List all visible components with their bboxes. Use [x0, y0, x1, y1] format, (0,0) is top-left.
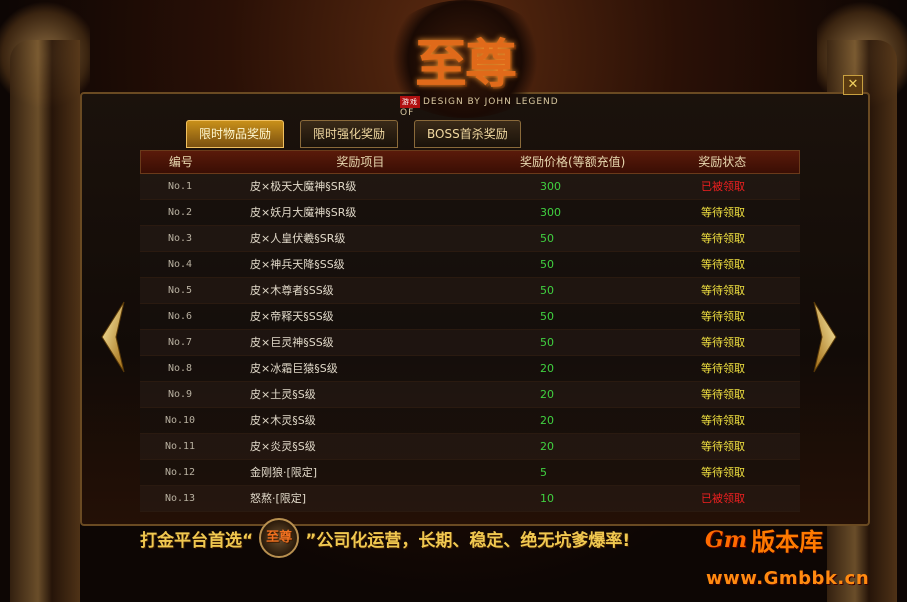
table-row: No.7 皮×巨灵神§SS级 50 等待领取 — [140, 330, 800, 356]
row-price: 20 — [540, 440, 554, 453]
table-row: No.4 皮×神兵天降§SS级 50 等待领取 — [140, 252, 800, 278]
row-price: 10 — [540, 492, 554, 505]
logo-subtitle: 游戏 DESIGN BY JOHN LEGEND OF — [400, 96, 570, 118]
reward-table: 编号 奖励项目 奖励价格(等额充值) 奖励状态 No.1 皮×极天大魔神§SR级 3… — [140, 150, 800, 512]
row-status: 等待领取 — [701, 310, 745, 323]
row-item: 皮×土灵§S级 — [250, 388, 316, 401]
row-price: 50 — [540, 336, 554, 349]
row-status: 等待领取 — [701, 414, 745, 427]
row-item: 皮×木灵§S级 — [250, 414, 316, 427]
tab-boss-first-kill[interactable]: BOSS首杀奖励 — [414, 120, 521, 148]
game-logo: 至尊 游戏 DESIGN BY JOHN LEGEND OF — [360, 0, 570, 118]
table-row: No.10 皮×木灵§S级 20 等待领取 — [140, 408, 800, 434]
row-number: No.2 — [167, 207, 193, 218]
row-number: No.7 — [167, 337, 193, 348]
table-row: No.5 皮×木尊者§SS级 50 等待领取 — [140, 278, 800, 304]
row-item: 皮×妖月大魔神§SR级 — [250, 206, 357, 219]
watermark-url: www.Gmbbk.cn — [706, 568, 870, 589]
header-item: 奖励项目 — [336, 155, 385, 169]
row-price: 20 — [540, 362, 554, 375]
table-row: No.12 金刚狼·[限定] 5 等待领取 — [140, 460, 800, 486]
table-row: No.3 皮×人皇伏羲§SR级 50 等待领取 — [140, 226, 800, 252]
row-number: No.5 — [167, 285, 193, 296]
table-row: No.11 皮×炎灵§S级 20 等待领取 — [140, 434, 800, 460]
row-status: 等待领取 — [701, 362, 745, 375]
row-number: No.8 — [167, 363, 193, 374]
row-item: 皮×冰霜巨猿§S级 — [250, 362, 338, 375]
game-window: 至尊 游戏 DESIGN BY JOHN LEGEND OF ✕ 限时物品奖励 限… — [0, 0, 907, 602]
arrow-left-icon — [101, 301, 125, 373]
row-price: 50 — [540, 284, 554, 297]
promo-logo: 至尊 — [259, 518, 300, 558]
row-status: 等待领取 — [701, 232, 745, 245]
row-status: 等待领取 — [701, 206, 745, 219]
row-item: 皮×神兵天降§SS级 — [250, 258, 345, 271]
close-button[interactable]: ✕ — [843, 75, 863, 95]
row-price: 300 — [540, 206, 561, 219]
tab-limited-enhance[interactable]: 限时强化奖励 — [300, 120, 399, 148]
logo-seal: 游戏 — [400, 96, 420, 108]
prev-page-button[interactable] — [100, 300, 126, 374]
table-body: No.1 皮×极天大魔神§SR级 300 已被领取 No.2 皮×妖月大魔神§SR级 300… — [140, 174, 800, 512]
row-number: No.12 — [164, 467, 196, 478]
row-price: 50 — [540, 310, 554, 323]
row-price: 50 — [540, 232, 554, 245]
promo-text-end: ”公司化运营，长期、稳定、绝无坑爹爆率! — [305, 530, 631, 551]
row-status: 已被领取 — [701, 180, 745, 193]
row-item: 怒熬·[限定] — [250, 492, 307, 505]
row-status: 等待领取 — [701, 258, 745, 271]
row-status: 等待领取 — [701, 336, 745, 349]
arrow-right-icon — [813, 301, 837, 373]
row-number: No.4 — [167, 259, 193, 270]
header-status: 奖励状态 — [698, 155, 747, 169]
row-number: No.9 — [167, 389, 193, 400]
row-item: 皮×炎灵§S级 — [250, 440, 316, 453]
row-item: 皮×极天大魔神§SR级 — [250, 180, 357, 193]
row-price: 50 — [540, 258, 554, 271]
row-number: No.3 — [167, 233, 193, 244]
row-item: 皮×人皇伏羲§SR级 — [250, 232, 346, 245]
row-item: 皮×巨灵神§SS级 — [250, 336, 334, 349]
row-item: 皮×帝释天§SS级 — [250, 310, 334, 323]
row-number: No.6 — [167, 311, 193, 322]
table-row: No.8 皮×冰霜巨猿§S级 20 等待领取 — [140, 356, 800, 382]
watermark-logo: Gm — [705, 526, 748, 553]
header-number: 编号 — [168, 155, 193, 169]
promo-text-start: 打金平台首选“ — [140, 530, 254, 551]
row-status: 已被领取 — [701, 492, 745, 505]
row-number: No.1 — [167, 181, 193, 192]
header-price: 奖励价格(等额充值) — [520, 155, 626, 169]
row-price: 5 — [540, 466, 547, 479]
next-page-button[interactable] — [812, 300, 838, 374]
row-number: No.10 — [164, 415, 196, 426]
table-row: No.2 皮×妖月大魔神§SR级 300 等待领取 — [140, 200, 800, 226]
reward-tabs: 限时物品奖励 限时强化奖励 BOSS首杀奖励 — [186, 120, 521, 148]
row-number: No.11 — [164, 441, 196, 452]
row-status: 等待领取 — [701, 440, 745, 453]
table-row: No.1 皮×极天大魔神§SR级 300 已被领取 — [140, 174, 800, 200]
frame-border-left — [10, 40, 80, 602]
tab-limited-items[interactable]: 限时物品奖励 — [186, 120, 285, 148]
row-price: 20 — [540, 388, 554, 401]
promo-banner: 打金平台首选“ 至尊 ”公司化运营，长期、稳定、绝无坑爹爆率! — [140, 518, 631, 558]
row-status: 等待领取 — [701, 466, 745, 479]
row-number: No.13 — [164, 493, 196, 504]
watermark: Gm 版本库 — [705, 522, 823, 557]
table-row: No.9 皮×土灵§S级 20 等待领取 — [140, 382, 800, 408]
row-price: 300 — [540, 180, 561, 193]
row-item: 皮×木尊者§SS级 — [250, 284, 334, 297]
row-item: 金刚狼·[限定] — [250, 466, 318, 479]
table-row: No.13 怒熬·[限定] 10 已被领取 — [140, 486, 800, 512]
row-status: 等待领取 — [701, 388, 745, 401]
row-status: 等待领取 — [701, 284, 745, 297]
logo-subtitle-text: DESIGN BY JOHN LEGEND OF — [400, 97, 559, 118]
table-header: 编号 奖励项目 奖励价格(等额充值) 奖励状态 — [140, 150, 800, 174]
logo-title: 至尊 — [414, 33, 517, 95]
watermark-title: 版本库 — [751, 528, 824, 556]
row-price: 20 — [540, 414, 554, 427]
close-icon: ✕ — [847, 77, 859, 92]
table-row: No.6 皮×帝释天§SS级 50 等待领取 — [140, 304, 800, 330]
